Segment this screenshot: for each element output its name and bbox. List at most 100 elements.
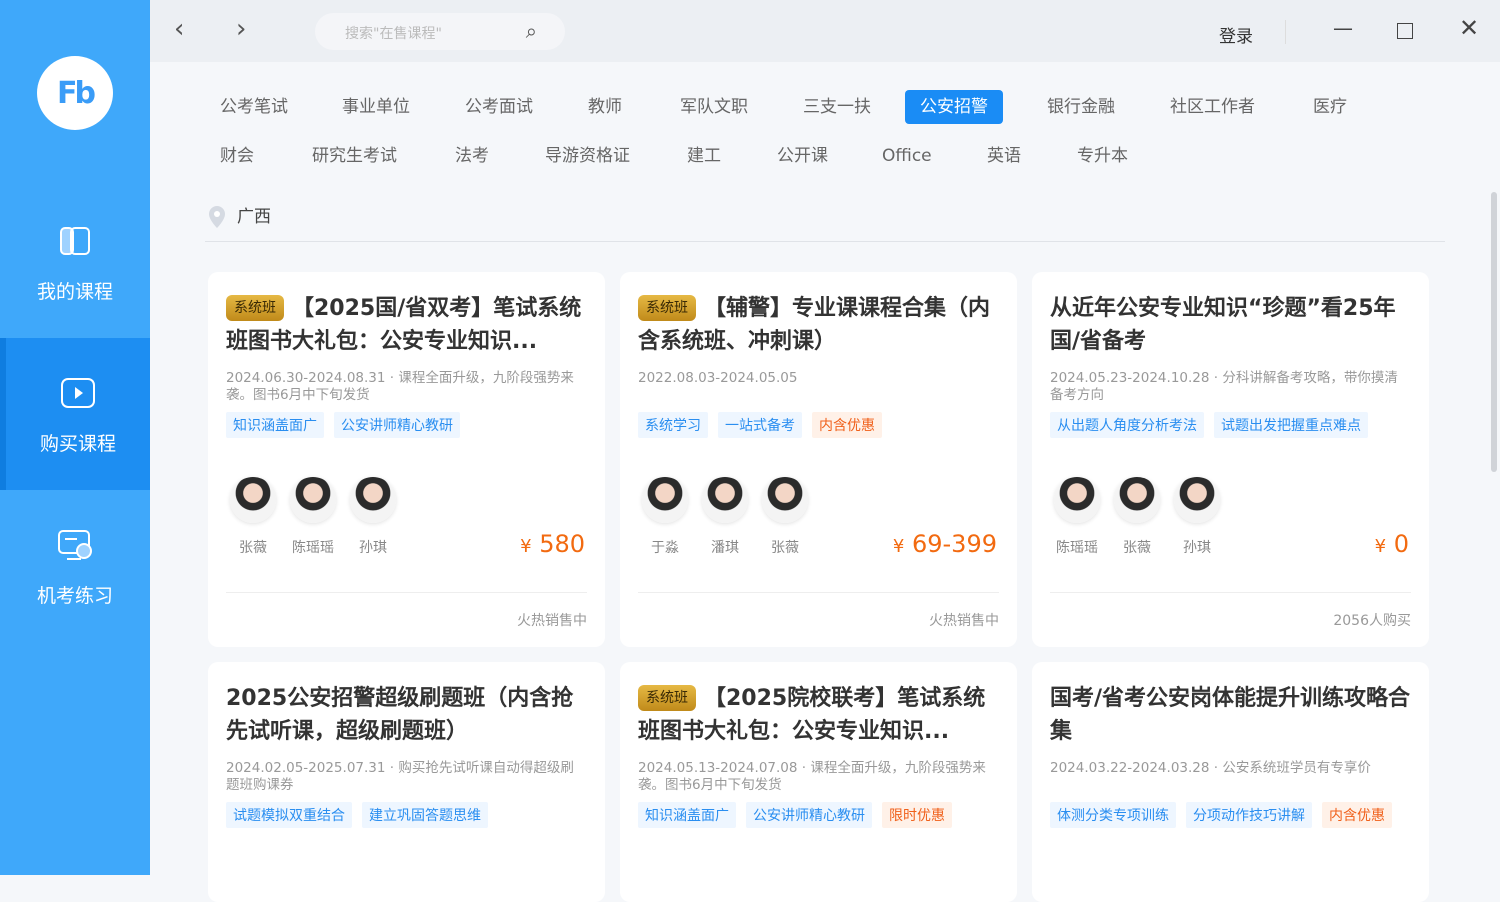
monitor-clock-icon (58, 530, 92, 560)
tab-category[interactable]: 社区工作者 (1155, 90, 1270, 124)
search-placeholder: 搜索"在售课程" (345, 26, 442, 42)
sidebar-item-my-courses[interactable]: 我的课程 (0, 186, 150, 338)
avatar (642, 477, 688, 523)
price-value: 580 (539, 530, 585, 558)
tab-category[interactable]: 法考 (440, 139, 504, 173)
search-input[interactable]: 搜索"在售课程" ⌕ (315, 13, 565, 50)
tab-category[interactable]: 公考面试 (450, 90, 548, 124)
tab-category[interactable]: 公开课 (762, 139, 843, 173)
currency: ¥ (892, 536, 905, 557)
sales-status: 火热销售中 (929, 613, 999, 629)
tab-category[interactable]: 专升本 (1062, 139, 1143, 173)
teacher: 孙琪 (1174, 477, 1220, 557)
sidebar-item-buy-courses[interactable]: 购买课程 (0, 338, 150, 490)
tab-category[interactable]: 公安招警 (905, 90, 1003, 124)
tab-category[interactable]: 军队文职 (665, 90, 763, 124)
course-card[interactable]: 系统班 【2025院校联考】笔试系统班图书大礼包：公安专业知识... 2024.05… (620, 662, 1017, 902)
course-tag: 一站式备考 (718, 412, 802, 438)
course-title-text: 2025公安招警超级刷题班（内含抢先试听课，超级刷题班） (226, 686, 574, 744)
scrollbar[interactable] (1491, 192, 1497, 472)
course-card[interactable]: 2025公安招警超级刷题班（内含抢先试听课，超级刷题班） 2024.02.05-2… (208, 662, 605, 902)
promo-tag: 限时优惠 (882, 802, 952, 828)
back-button[interactable]: ‹ (174, 14, 184, 44)
tab-category[interactable]: 医疗 (1298, 90, 1362, 124)
teacher: 陈瑶瑶 (290, 477, 336, 557)
course-desc: 2024.05.23-2024.10.28 · 分科讲解备考攻略，带你摸清备考方… (1050, 370, 1398, 403)
tab-category[interactable]: 研究生考试 (297, 139, 412, 173)
course-tag: 公安讲师精心教研 (334, 412, 460, 438)
course-tag: 建立巩固答题思维 (362, 802, 488, 828)
teacher: 于淼 (642, 477, 688, 557)
teacher: 张薇 (230, 477, 276, 557)
divider (638, 592, 999, 593)
teacher-name: 孙琪 (1183, 540, 1211, 556)
avatar (762, 477, 808, 523)
avatar (1114, 477, 1160, 523)
avatar (1054, 477, 1100, 523)
tab-category[interactable]: 英语 (972, 139, 1036, 173)
course-card[interactable]: 系统班 【辅警】专业课课程合集（内含系统班、冲刺课） 2022.08.03-2024… (620, 272, 1017, 647)
price-value: 0 (1393, 530, 1409, 558)
teacher: 张薇 (762, 477, 808, 557)
tab-category[interactable]: 三支一扶 (788, 90, 886, 124)
course-desc: 2024.02.05-2025.07.31 · 购买抢先试听课自动得超级刷题班购… (226, 760, 574, 793)
tab-category[interactable]: 建工 (672, 139, 736, 173)
divider (205, 241, 1445, 242)
course-title-text: 从近年公安专业知识“珍题”看25年国/省备考 (1050, 296, 1396, 354)
system-class-badge: 系统班 (638, 295, 696, 321)
tab-category[interactable]: Office (867, 139, 947, 173)
search-icon[interactable]: ⌕ (526, 19, 537, 43)
tab-category[interactable]: 公考笔试 (205, 90, 303, 124)
course-card[interactable]: 国考/省考公安岗体能提升训练攻略合集 2024.03.22-2024.03.28 … (1032, 662, 1429, 902)
course-card[interactable]: 从近年公安专业知识“珍题”看25年国/省备考 2024.05.23-2024.10… (1032, 272, 1429, 647)
sidebar: Fb 我的课程 购买课程 机考练习 (0, 0, 150, 875)
tab-category[interactable]: 财会 (205, 139, 269, 173)
login-button[interactable]: 登录 (1219, 22, 1253, 47)
teacher-name: 张薇 (1123, 540, 1151, 556)
maximize-icon[interactable] (1397, 23, 1413, 39)
tab-category[interactable]: 教师 (573, 90, 637, 124)
minimize-icon[interactable]: — (1333, 16, 1353, 40)
avatar (1174, 477, 1220, 523)
teacher-name: 陈瑶瑶 (292, 540, 334, 556)
sidebar-item-exam-practice[interactable]: 机考练习 (0, 490, 150, 642)
promo-tag: 内含优惠 (1322, 802, 1392, 828)
app-logo: Fb (37, 56, 113, 130)
divider (1285, 20, 1286, 44)
sales-status: 火热销售中 (517, 613, 587, 629)
course-title: 系统班 【2025国/省双考】笔试系统班图书大礼包：公安专业知识... (226, 292, 587, 358)
price: ¥ 69-399 (893, 530, 997, 558)
forward-button[interactable]: › (236, 14, 246, 44)
teacher-name: 孙琪 (359, 540, 387, 556)
avatar (230, 477, 276, 523)
currency: ¥ (1374, 536, 1387, 557)
teacher-name: 张薇 (771, 540, 799, 556)
sidebar-item-label: 购买课程 (39, 433, 116, 455)
teacher-name: 于淼 (651, 540, 679, 556)
location-selector[interactable]: 广西 (207, 202, 271, 229)
currency: ¥ (520, 536, 532, 557)
course-card[interactable]: 系统班 【2025国/省双考】笔试系统班图书大礼包：公安专业知识... 2024.0… (208, 272, 605, 647)
sidebar-item-label: 我的课程 (36, 281, 113, 303)
divider (226, 592, 587, 593)
promo-tag: 内含优惠 (812, 412, 882, 438)
tab-category[interactable]: 事业单位 (327, 90, 425, 124)
system-class-badge: 系统班 (638, 685, 696, 711)
tab-category[interactable]: 导游资格证 (530, 139, 645, 173)
avatar (350, 477, 396, 523)
avatar (702, 477, 748, 523)
course-tag: 试题出发把握重点难点 (1214, 412, 1368, 438)
course-tag: 从出题人角度分析考法 (1050, 412, 1204, 438)
course-tag: 体测分类专项训练 (1050, 802, 1176, 828)
teacher: 孙琪 (350, 477, 396, 557)
teacher: 陈瑶瑶 (1054, 477, 1100, 557)
course-desc: 2024.06.30-2024.08.31 · 课程全面升级，九阶段强势来袭。图… (226, 370, 574, 403)
sidebar-item-label: 机考练习 (36, 585, 113, 607)
close-icon[interactable]: ✕ (1459, 14, 1479, 42)
top-bar: ‹ › 搜索"在售课程" ⌕ 登录 — ✕ (150, 0, 1500, 62)
course-tag: 知识涵盖面广 (226, 412, 324, 438)
price: ¥ 580 (520, 530, 585, 558)
teacher-name: 张薇 (239, 540, 267, 556)
teacher-name: 潘琪 (711, 540, 739, 556)
tab-category[interactable]: 银行金融 (1032, 90, 1130, 124)
